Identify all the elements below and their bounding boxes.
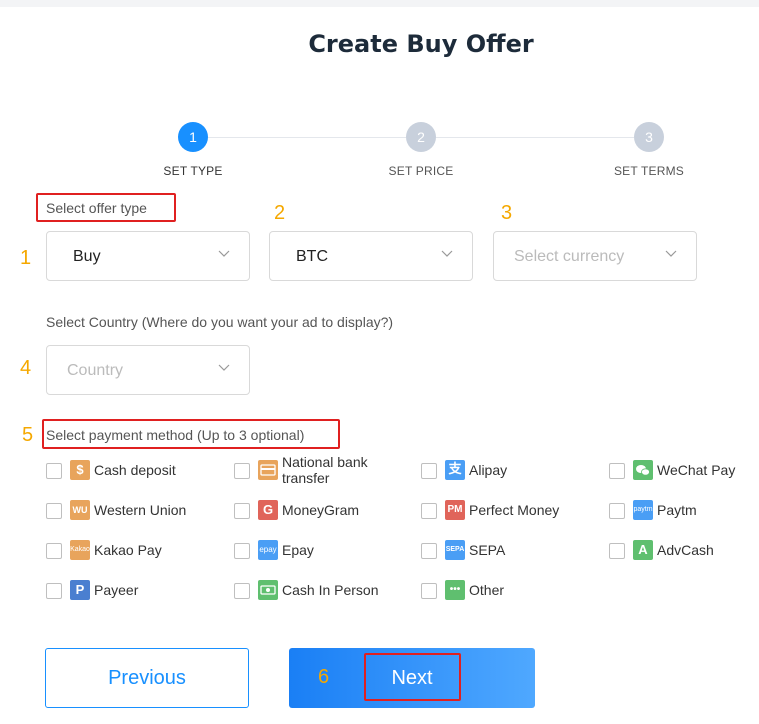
payment-option-moneygram[interactable]: G MoneyGram — [234, 495, 414, 531]
annotation-2: 2 — [274, 202, 286, 224]
payment-option-paytm[interactable]: paytm Paytm — [609, 495, 759, 531]
payment-option-label: Paytm — [657, 502, 697, 518]
annotation-3: 3 — [501, 202, 513, 224]
payment-option-western-union[interactable]: WU Western Union — [46, 495, 226, 531]
page-title: Create Buy Offer — [308, 30, 534, 58]
asset-value: BTC — [296, 248, 328, 265]
step-1-label: SET TYPE — [163, 164, 223, 178]
payment-option-cash-deposit[interactable]: $ Cash deposit — [46, 455, 226, 491]
cash-deposit-icon: $ — [70, 460, 90, 480]
step-2-label: SET PRICE — [388, 164, 454, 178]
payment-option-label: Alipay — [469, 462, 508, 478]
payment-option-label: Western Union — [94, 502, 187, 518]
checkbox[interactable] — [46, 543, 62, 559]
chevron-down-icon — [665, 250, 677, 257]
offer-type-select[interactable]: Buy — [46, 231, 250, 281]
payment-option-other[interactable]: ••• Other — [421, 575, 601, 611]
payment-option-alipay[interactable]: 支 Alipay — [421, 455, 601, 491]
checkbox[interactable] — [421, 503, 437, 519]
perfect-money-icon: PM — [445, 500, 465, 520]
payment-option-payeer[interactable]: P Payeer — [46, 575, 226, 611]
payment-option-cash-in-person[interactable]: Cash In Person — [234, 575, 414, 611]
payment-method-label: Select payment method (Up to 3 optional) — [46, 427, 305, 443]
step-connector — [207, 137, 406, 138]
western-union-icon: WU — [70, 500, 90, 520]
annotation-5: 5 — [22, 424, 34, 446]
checkbox[interactable] — [609, 463, 625, 479]
step-3-label: SET TERMS — [613, 164, 685, 178]
epay-icon: epay — [258, 540, 278, 560]
currency-placeholder: Select currency — [514, 248, 625, 265]
payment-option-label: MoneyGram — [282, 502, 360, 518]
more-icon: ••• — [445, 580, 465, 600]
asset-select[interactable]: BTC — [269, 231, 473, 281]
sepa-icon: SEPA — [445, 540, 465, 560]
payment-option-label: Payeer — [94, 582, 139, 598]
payment-option-wechat-pay[interactable]: WeChat Pay — [609, 455, 759, 491]
paytm-icon: paytm — [633, 500, 653, 520]
payment-option-label: WeChat Pay — [657, 462, 736, 478]
payment-option-label: Perfect Money — [469, 502, 560, 518]
kakao-pay-icon: Kakao — [70, 540, 90, 560]
payeer-icon: P — [70, 580, 90, 600]
country-select[interactable]: Country — [46, 345, 250, 395]
payment-option-sepa[interactable]: SEPA SEPA — [421, 535, 601, 571]
bank-card-icon — [258, 460, 278, 480]
payment-option-perfect-money[interactable]: PM Perfect Money — [421, 495, 601, 531]
annotation-1: 1 — [20, 247, 32, 269]
checkbox[interactable] — [234, 503, 250, 519]
currency-select[interactable]: Select currency — [493, 231, 697, 281]
previous-button[interactable]: Previous — [45, 648, 249, 708]
offer-type-label: Select offer type — [46, 200, 147, 216]
offer-type-value: Buy — [73, 248, 101, 265]
payment-option-advcash[interactable]: A AdvCash — [609, 535, 759, 571]
payment-option-label: SEPA — [469, 542, 506, 558]
payment-option-kakao-pay[interactable]: Kakao Kakao Pay — [46, 535, 226, 571]
payment-option-label: Other — [469, 582, 505, 598]
payment-option-label: Cash In Person — [282, 582, 379, 598]
payment-option-label: Cash deposit — [94, 462, 176, 478]
annotation-4: 4 — [20, 357, 32, 379]
checkbox[interactable] — [46, 503, 62, 519]
payment-option-national-bank-transfer[interactable]: National bank transfer — [234, 454, 414, 491]
top-bar — [0, 0, 759, 7]
checkbox[interactable] — [609, 503, 625, 519]
annotation-6: 6 — [318, 666, 330, 688]
payment-option-label: Epay — [282, 542, 314, 558]
checkbox[interactable] — [46, 583, 62, 599]
step-3-circle[interactable]: 3 — [634, 122, 664, 152]
checkbox[interactable] — [421, 583, 437, 599]
next-button-highlight — [364, 653, 461, 701]
checkbox[interactable] — [234, 463, 250, 479]
step-1-circle[interactable]: 1 — [178, 122, 208, 152]
checkbox[interactable] — [46, 463, 62, 479]
step-2-circle[interactable]: 2 — [406, 122, 436, 152]
moneygram-icon: G — [258, 500, 278, 520]
advcash-icon: A — [633, 540, 653, 560]
checkbox[interactable] — [234, 543, 250, 559]
wechat-icon — [633, 460, 653, 480]
payment-option-epay[interactable]: epay Epay — [234, 535, 414, 571]
alipay-icon: 支 — [445, 460, 465, 480]
country-placeholder: Country — [67, 362, 124, 379]
payment-option-label: AdvCash — [657, 542, 714, 558]
chevron-down-icon — [218, 364, 230, 371]
country-label: Select Country (Where do you want your a… — [46, 314, 394, 330]
step-connector — [435, 137, 634, 138]
checkbox[interactable] — [421, 543, 437, 559]
payment-option-label: Kakao Pay — [94, 542, 162, 558]
chevron-down-icon — [218, 250, 230, 257]
checkbox[interactable] — [609, 543, 625, 559]
chevron-down-icon — [441, 250, 453, 257]
checkbox[interactable] — [234, 583, 250, 599]
payment-option-label: National bank transfer — [282, 454, 368, 486]
cash-in-person-icon — [258, 580, 278, 600]
checkbox[interactable] — [421, 463, 437, 479]
